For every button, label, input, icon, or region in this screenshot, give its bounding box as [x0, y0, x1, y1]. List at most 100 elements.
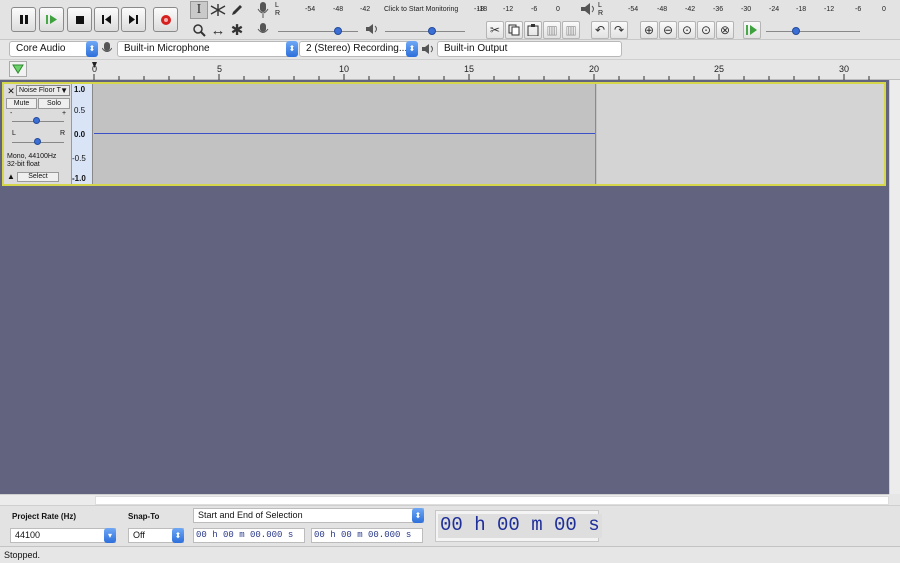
record-meter-tick: -6 — [531, 6, 538, 13]
redo-button[interactable]: ↷ — [610, 21, 628, 39]
fit-selection-button[interactable]: ⊙ — [678, 21, 696, 39]
slider-knob[interactable] — [33, 117, 40, 124]
skip-start-icon — [102, 15, 111, 24]
stop-button[interactable] — [67, 7, 92, 32]
record-meter-tick: -18 — [477, 6, 488, 13]
track-menu-button[interactable]: Noise Floor T ▼ — [16, 85, 70, 96]
pan-right-label: R — [60, 130, 66, 137]
slider-knob[interactable] — [334, 27, 342, 35]
chevron-down-icon[interactable]: ⬍ — [86, 41, 98, 57]
audio-position-time[interactable]: 00 h 00 m 00 s — [438, 514, 602, 538]
fit-project-button[interactable]: ⊙ — [697, 21, 715, 39]
selection-tool-icon: I — [196, 2, 202, 17]
record-meter[interactable]: -54 -48 -42 Click to Start Monitoring -1… — [283, 2, 484, 18]
pause-button[interactable] — [11, 7, 36, 32]
selection-mode-select[interactable]: Start and End of Selection — [193, 508, 424, 523]
skip-to-start-button[interactable] — [94, 7, 119, 32]
select-track-button[interactable]: Select — [17, 172, 59, 182]
track-info-bitdepth: 32-bit float — [7, 161, 40, 168]
close-track-icon[interactable]: ✕ — [6, 86, 16, 96]
vertical-scrollbar[interactable] — [889, 80, 900, 494]
record-meter-toggle[interactable] — [256, 1, 272, 19]
play-speed-slider[interactable] — [764, 24, 862, 38]
play-meter-toggle[interactable] — [580, 1, 596, 19]
track-info: Mono, 44100Hz 32-bit float — [7, 153, 56, 169]
slider-knob[interactable] — [792, 27, 800, 35]
audio-host-select[interactable]: Core Audio — [9, 41, 97, 57]
play-at-speed-button[interactable] — [743, 21, 761, 39]
play-meter-tick: -42 — [685, 6, 696, 13]
play-meter-tick: -30 — [741, 6, 752, 13]
play-meter[interactable]: -54 -48 -42 -36 -30 -24 -18 -12 -6 0 — [606, 2, 891, 18]
silence-button[interactable]: ▥ — [562, 21, 580, 39]
copy-button[interactable] — [505, 21, 523, 39]
project-rate-select[interactable]: 44100 — [10, 528, 116, 543]
selection-end-time[interactable]: 00 h 00 m 00.000 s — [311, 528, 423, 543]
timeshift-tool[interactable]: ↔ — [209, 21, 227, 39]
envelope-tool[interactable] — [209, 1, 227, 19]
recording-volume-icon-wrap — [257, 22, 271, 38]
waveform-clip[interactable] — [94, 84, 596, 184]
recording-volume-slider[interactable] — [276, 24, 360, 38]
play-meter-tick: 0 — [882, 6, 886, 13]
chevron-down-icon[interactable]: ⬍ — [286, 41, 298, 57]
audio-track[interactable]: ✕ Noise Floor T ▼ Mute Solo - + L R Mono… — [2, 82, 886, 186]
zoom-toggle-button[interactable]: ⊗ — [716, 21, 734, 39]
ruler-label: 20 — [589, 64, 600, 74]
selection-tool[interactable]: I — [190, 1, 208, 19]
cut-button[interactable]: ✂ — [486, 21, 504, 39]
output-device-select[interactable]: Built-in Output — [437, 41, 622, 57]
pencil-icon — [232, 5, 242, 15]
paste-button[interactable] — [524, 21, 542, 39]
slider-knob[interactable] — [428, 27, 436, 35]
record-meter-lr: LR — [275, 2, 281, 17]
collapse-track-icon[interactable]: ▲ — [6, 172, 16, 182]
pan-slider[interactable] — [12, 137, 64, 147]
click-to-start-monitoring[interactable]: Click to Start Monitoring — [384, 6, 458, 13]
record-meter-right: -18 -12 -6 0 — [474, 2, 574, 18]
slider-knob[interactable] — [34, 138, 41, 145]
zoom-in-button[interactable]: ⊕ — [640, 21, 658, 39]
gain-slider[interactable] — [12, 116, 64, 126]
trim-icon: ▥ — [546, 23, 558, 37]
multi-tool[interactable]: ✱ — [228, 21, 246, 39]
trim-button[interactable]: ▥ — [543, 21, 561, 39]
chevron-down-icon[interactable]: ⬍ — [412, 508, 424, 523]
record-meter-tick: 0 — [556, 6, 560, 13]
chevron-down-icon[interactable]: ⬍ — [172, 528, 184, 543]
play-button[interactable] — [39, 7, 64, 32]
solo-button[interactable]: Solo — [38, 98, 70, 109]
audio-position-panel: 00 h 00 m 00 s — [435, 510, 602, 542]
playback-volume-slider[interactable] — [383, 24, 467, 38]
scrollbar-thumb[interactable] — [95, 496, 889, 505]
record-button[interactable] — [153, 7, 178, 32]
ruler-label: 30 — [839, 64, 850, 74]
input-channels-select[interactable]: 2 (Stereo) Recording... — [299, 41, 417, 57]
ruler-label: 0 — [92, 64, 98, 74]
redo-icon: ↷ — [613, 23, 625, 37]
play-meter-tick: -54 — [628, 6, 639, 13]
play-icon — [45, 15, 57, 24]
undo-button[interactable]: ↶ — [591, 21, 609, 39]
mute-button[interactable]: Mute — [6, 98, 37, 109]
draw-tool[interactable] — [228, 1, 246, 19]
skip-to-end-button[interactable] — [121, 7, 146, 32]
selection-start-time[interactable]: 00 h 00 m 00.000 s — [193, 528, 305, 543]
input-device-select[interactable]: Built-in Microphone — [117, 41, 297, 57]
play-meter-tick: -36 — [713, 6, 724, 13]
microphone-icon — [257, 2, 269, 18]
microphone-icon — [101, 42, 113, 59]
empty-track-region[interactable] — [597, 84, 884, 184]
stop-icon — [75, 15, 84, 24]
amplitude-scale[interactable]: 1.0 0.5 0.0 -0.5 -1.0 — [72, 84, 93, 184]
skip-end-icon — [129, 15, 138, 24]
zoom-tool[interactable] — [190, 21, 208, 39]
zoom-out-button[interactable]: ⊖ — [659, 21, 677, 39]
speaker-icon — [581, 3, 594, 15]
horizontal-scrollbar[interactable] — [0, 494, 889, 505]
zoom-icon — [193, 24, 206, 37]
play-meter-lr: LR — [598, 2, 604, 17]
chevron-down-icon[interactable]: ⬍ — [406, 41, 418, 57]
chevron-down-icon[interactable]: ▾ — [104, 528, 116, 543]
scale-label: -0.5 — [72, 154, 86, 163]
